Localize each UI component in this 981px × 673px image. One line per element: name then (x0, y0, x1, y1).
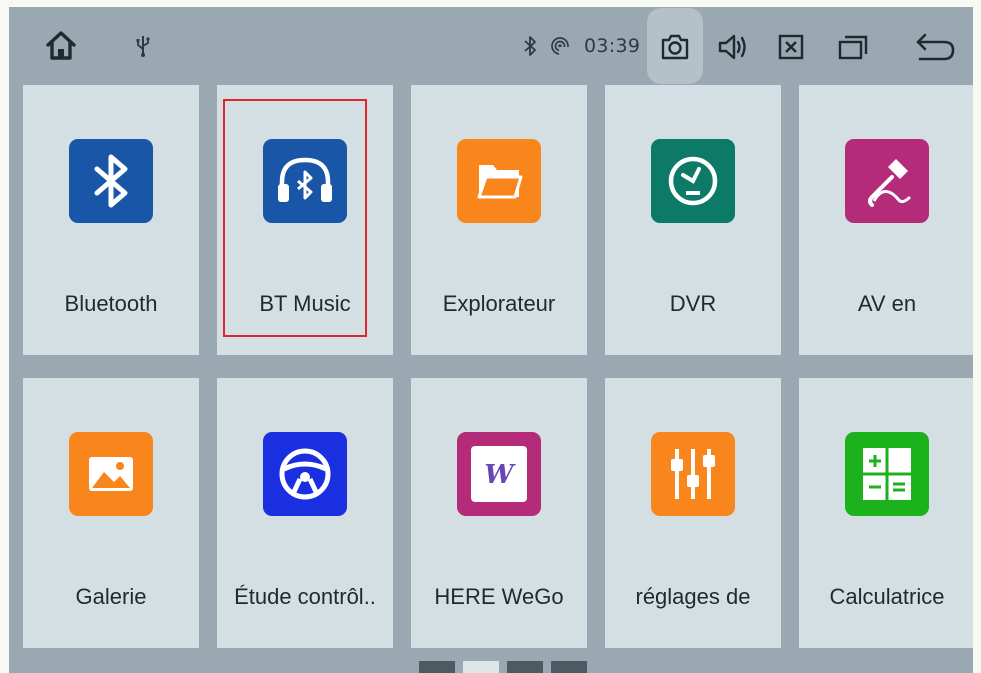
app-tile-here-wego[interactable]: W HERE WeGo (411, 378, 587, 648)
audio-jack-icon (845, 139, 929, 223)
folder-icon (457, 139, 541, 223)
app-tile-bluetooth[interactable]: Bluetooth (23, 85, 199, 355)
app-label: HERE WeGo (434, 584, 564, 609)
page-dot-3[interactable] (507, 661, 543, 673)
headphones-bluetooth-icon (263, 139, 347, 223)
app-label: Explorateur (442, 291, 556, 316)
page-dot-1[interactable] (419, 661, 455, 673)
svg-text:W: W (484, 460, 516, 490)
steering-wheel-icon (263, 432, 347, 516)
app-label: Étude contrôl.. (234, 584, 376, 609)
app-tile-dvr[interactable]: DVR (605, 85, 781, 355)
app-label: Bluetooth (64, 291, 158, 316)
here-wego-icon: W (457, 432, 541, 516)
app-label: BT Music (259, 291, 351, 316)
image-icon (69, 432, 153, 516)
app-label: AV en (857, 291, 917, 316)
page-dot-4[interactable] (551, 661, 587, 673)
bluetooth-icon (69, 139, 153, 223)
app-tile-etude-control[interactable]: Étude contrôl.. (217, 378, 393, 648)
page-indicator (419, 661, 587, 673)
app-tile-calculatrice[interactable]: Calculatrice (799, 378, 973, 648)
app-label: réglages de (635, 584, 751, 609)
page-dot-2[interactable] (463, 661, 499, 673)
app-grid: Bluetooth BT Music Explorateur DVR AV en Gale… (9, 7, 973, 673)
app-label: Galerie (75, 584, 147, 609)
app-label: DVR (669, 291, 717, 316)
speedometer-icon (651, 139, 735, 223)
app-tile-galerie[interactable]: Galerie (23, 378, 199, 648)
equalizer-icon (651, 432, 735, 516)
app-tile-bt-music[interactable]: BT Music (217, 85, 393, 355)
app-label: Calculatrice (829, 584, 945, 609)
app-tile-av-en[interactable]: AV en (799, 85, 973, 355)
launcher-screen: 03:39 Bluetooth BT Music Explorateur DVR… (9, 7, 973, 673)
calculator-icon (845, 432, 929, 516)
app-tile-explorateur[interactable]: Explorateur (411, 85, 587, 355)
app-tile-reglages-de[interactable]: réglages de (605, 378, 781, 648)
